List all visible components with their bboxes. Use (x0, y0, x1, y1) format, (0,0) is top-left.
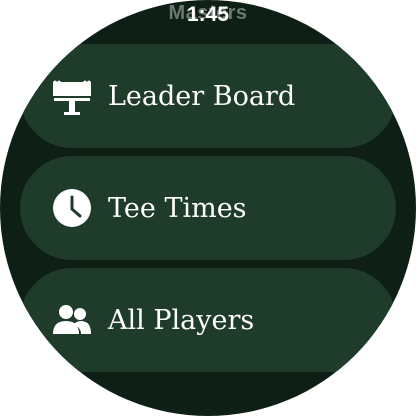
clock-icon (52, 188, 92, 228)
status-time: 1:45 (186, 3, 230, 26)
menu-item-label: Leader Board (108, 80, 296, 112)
menu-item-label: Tee Times (108, 192, 247, 224)
menu-item-all-players[interactable]: All Players (20, 268, 396, 372)
players-group-icon (52, 300, 92, 340)
menu-item-leader-board[interactable]: Leader Board (20, 44, 396, 148)
menu-item-label: All Players (108, 304, 255, 336)
menu-item-tee-times[interactable]: Tee Times (20, 156, 396, 260)
watch-screen: Masters 1:45 Leader Board Tee Times All … (0, 0, 416, 416)
leaderboard-sign-icon (52, 76, 92, 116)
